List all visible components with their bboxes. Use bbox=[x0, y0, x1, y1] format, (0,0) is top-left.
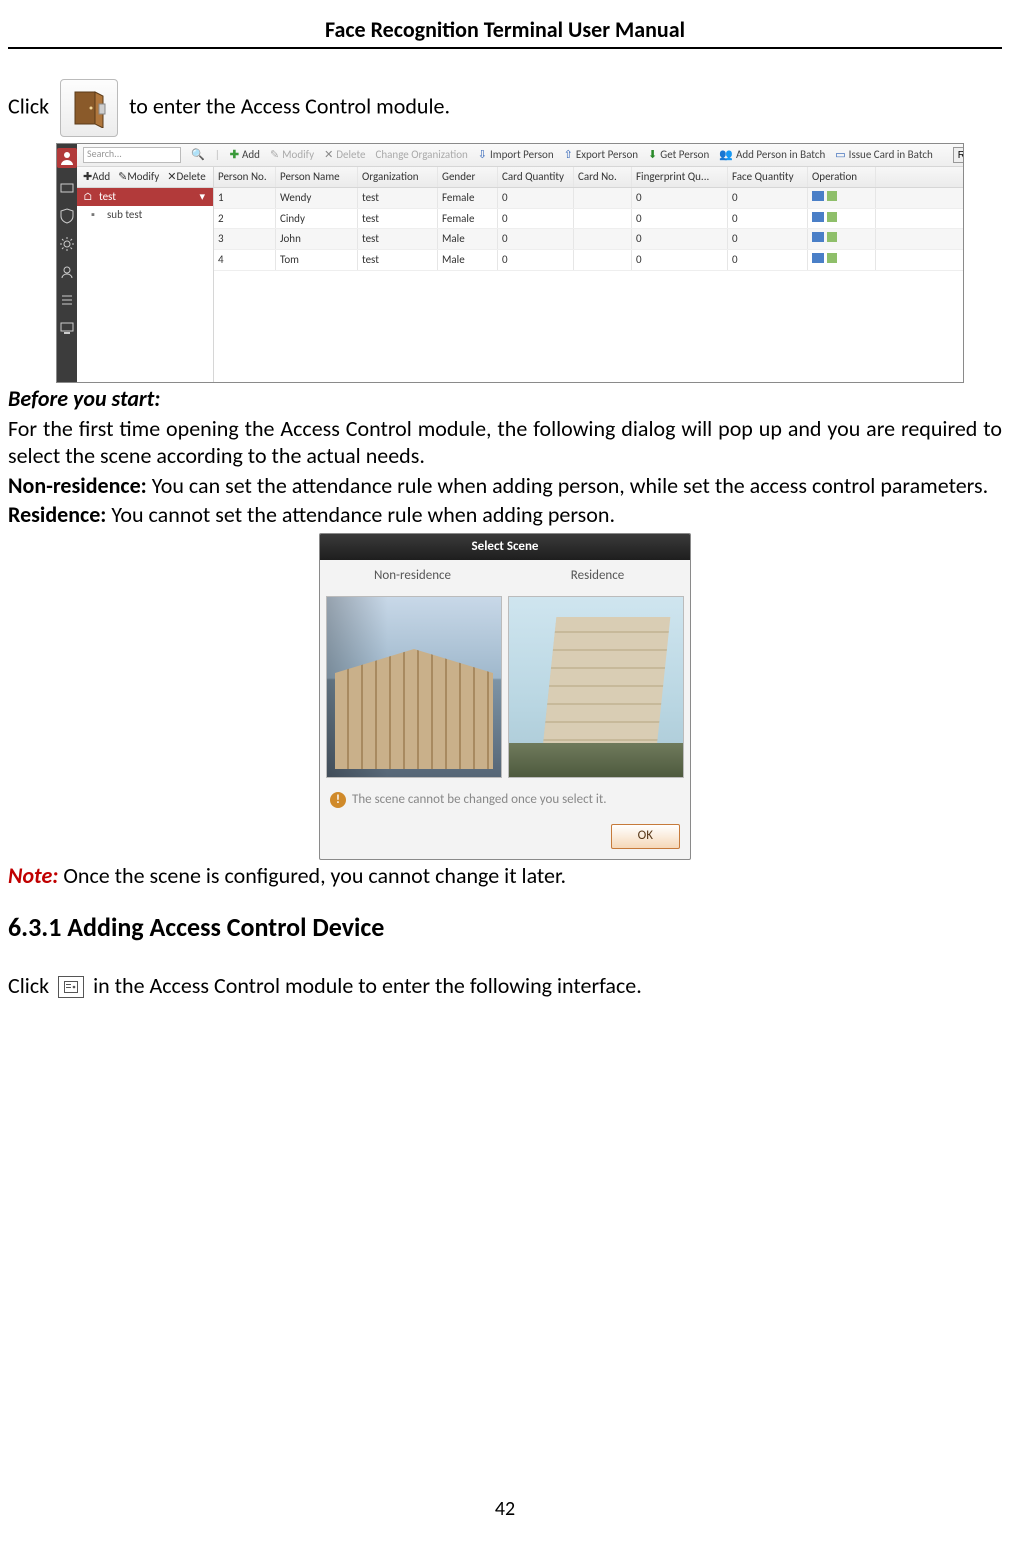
nonres-label: Non-residence: bbox=[8, 472, 147, 499]
change-org-button[interactable]: Change Organization bbox=[376, 148, 468, 162]
rail-card-icon[interactable] bbox=[59, 180, 75, 196]
view-row-icon[interactable] bbox=[827, 253, 837, 263]
nav-rail bbox=[57, 144, 77, 382]
col-operation[interactable]: Operation bbox=[808, 167, 876, 187]
dialog-warning-text: The scene cannot be changed once you sel… bbox=[352, 792, 607, 808]
search-input[interactable]: Search... bbox=[83, 147, 181, 163]
click-text-2a: Click bbox=[8, 972, 54, 999]
table-row[interactable]: 1WendytestFemale000 bbox=[214, 188, 964, 209]
page-header: Face Recognition Terminal User Manual bbox=[8, 10, 1002, 47]
click-text-2b: in the Access Control module to enter th… bbox=[93, 972, 642, 999]
rail-person-icon[interactable] bbox=[57, 148, 77, 168]
top-toolbar: Search... 🔍 | ✚Add ✎Modify ✕Delete Chang… bbox=[77, 144, 964, 167]
rail-list-icon[interactable] bbox=[59, 292, 75, 308]
issue-card-batch-button[interactable]: ▭Issue Card in Batch bbox=[835, 148, 933, 162]
nonres-line: Non-residence: You can set the attendanc… bbox=[8, 472, 1002, 500]
tree-add-button[interactable]: ✚Add bbox=[83, 170, 110, 184]
thumb-residence[interactable] bbox=[508, 596, 684, 778]
tree-root[interactable]: test bbox=[77, 188, 213, 206]
dialog-title: Select Scene bbox=[320, 534, 690, 560]
col-card-quantity[interactable]: Card Quantity bbox=[498, 167, 574, 187]
edit-row-icon[interactable] bbox=[812, 253, 824, 263]
warning-icon: ! bbox=[330, 792, 346, 808]
rail-user-icon[interactable] bbox=[59, 264, 75, 280]
table-row[interactable]: 3JohntestMale000 bbox=[214, 229, 964, 250]
click-text-1a: Click bbox=[8, 92, 54, 119]
header-rule bbox=[8, 47, 1002, 49]
click-line-2: Click in the Access Control module to en… bbox=[8, 972, 1002, 1000]
tree-modify-button[interactable]: ✎Modify bbox=[118, 170, 159, 184]
col-organization[interactable]: Organization bbox=[358, 167, 438, 187]
ok-button[interactable]: OK bbox=[611, 824, 680, 848]
modify-button[interactable]: ✎Modify bbox=[270, 148, 314, 162]
card-reader-icon bbox=[58, 976, 84, 998]
res-line: Residence: You cannot set the attendance… bbox=[8, 501, 1002, 529]
tab-residence[interactable]: Residence bbox=[505, 560, 690, 592]
screenshot-app: Search... 🔍 | ✚Add ✎Modify ✕Delete Chang… bbox=[56, 143, 964, 383]
tree-delete-button[interactable]: ✕Delete bbox=[167, 170, 205, 184]
table-row[interactable]: 2CindytestFemale000 bbox=[214, 209, 964, 230]
bys-text: For the first time opening the Access Co… bbox=[8, 415, 1002, 470]
note-line: Note: Once the scene is configured, you … bbox=[8, 862, 1002, 890]
nonres-text: You can set the attendance rule when add… bbox=[147, 472, 988, 499]
screenshot-select-scene: Select Scene Non-residence Residence ! T… bbox=[319, 533, 691, 860]
add-button[interactable]: ✚Add bbox=[230, 148, 260, 162]
export-person-button[interactable]: ⇧Export Person bbox=[564, 148, 638, 162]
col-fingerprint-qty[interactable]: Fingerprint Qu... bbox=[632, 167, 728, 187]
note-text: Once the scene is configured, you cannot… bbox=[58, 862, 566, 889]
col-person-name[interactable]: Person Name bbox=[276, 167, 358, 187]
view-row-icon[interactable] bbox=[827, 191, 837, 201]
dialog-warning: ! The scene cannot be changed once you s… bbox=[320, 782, 690, 818]
import-person-button[interactable]: ⇩Import Person bbox=[478, 148, 554, 162]
click-line-1: Click to enter the Access Control module… bbox=[8, 79, 1002, 137]
edit-row-icon[interactable] bbox=[812, 191, 824, 201]
rail-gear-icon[interactable] bbox=[59, 236, 75, 252]
thumb-nonresidence[interactable] bbox=[326, 596, 502, 778]
tree-child[interactable]: sub test bbox=[77, 206, 213, 224]
res-label: Residence: bbox=[8, 501, 106, 528]
rail-shield-icon[interactable] bbox=[59, 208, 75, 224]
get-person-button[interactable]: ⬇Get Person bbox=[648, 148, 709, 162]
col-gender[interactable]: Gender bbox=[438, 167, 498, 187]
grid-header: Person No. Person Name Organization Gend… bbox=[214, 167, 964, 188]
page-number: 42 bbox=[0, 1497, 1010, 1521]
res-text: You cannot set the attendance rule when … bbox=[106, 501, 615, 528]
view-row-icon[interactable] bbox=[827, 232, 837, 242]
person-grid: Person No. Person Name Organization Gend… bbox=[214, 167, 964, 382]
click-text-1b: to enter the Access Control module. bbox=[129, 92, 450, 119]
edit-row-icon[interactable] bbox=[812, 232, 824, 242]
read-select[interactable]: Read bbox=[953, 147, 964, 163]
tab-nonresidence[interactable]: Non-residence bbox=[320, 560, 505, 592]
table-row[interactable]: 4TomtestMale000 bbox=[214, 250, 964, 271]
view-row-icon[interactable] bbox=[827, 212, 837, 222]
col-card-no[interactable]: Card No. bbox=[574, 167, 632, 187]
door-icon bbox=[60, 79, 118, 137]
add-batch-button[interactable]: 👥Add Person in Batch bbox=[719, 148, 825, 162]
section-heading: 6.3.1 Adding Access Control Device bbox=[8, 911, 1002, 944]
edit-row-icon[interactable] bbox=[812, 212, 824, 222]
delete-button[interactable]: ✕Delete bbox=[324, 148, 365, 162]
note-label: Note: bbox=[8, 862, 58, 889]
org-tree: ✚Add ✎Modify ✕Delete test sub test bbox=[77, 167, 214, 382]
col-person-no[interactable]: Person No. bbox=[214, 167, 276, 187]
rail-device-icon[interactable] bbox=[59, 320, 75, 336]
before-you-start: Before you start: bbox=[8, 385, 1002, 413]
search-glass-icon[interactable]: 🔍 bbox=[191, 148, 205, 162]
col-face-quantity[interactable]: Face Quantity bbox=[728, 167, 808, 187]
